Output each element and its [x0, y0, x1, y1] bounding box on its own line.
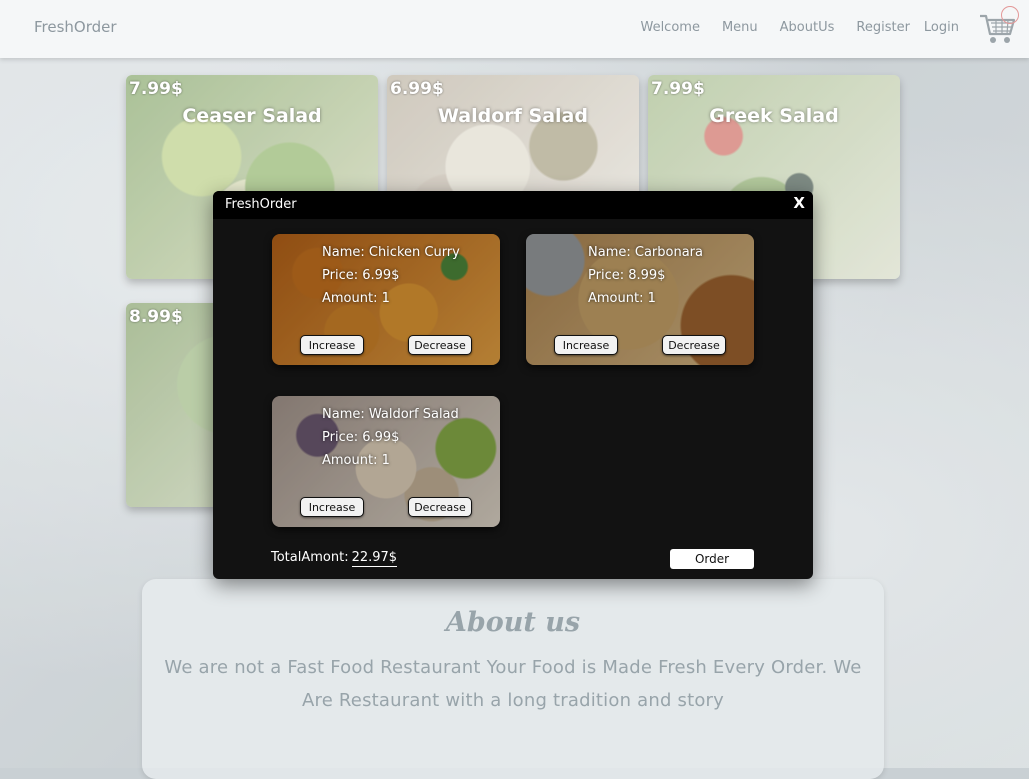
cart-item: Name: Waldorf Salad Price: 6.99$ Amount:… [272, 396, 500, 527]
increase-button[interactable]: Increase [300, 497, 364, 517]
total-amount: TotalAmont: 22.97$ [271, 550, 398, 567]
cart-item-name: Name: Carbonara [588, 245, 703, 260]
increase-button[interactable]: Increase [300, 335, 364, 355]
decrease-button[interactable]: Decrease [662, 335, 726, 355]
cart-item: Name: Chicken Curry Price: 6.99$ Amount:… [272, 234, 500, 365]
total-amount-label: TotalAmont: [271, 550, 349, 565]
total-amount-value: 22.97$ [351, 550, 398, 567]
increase-button[interactable]: Increase [554, 335, 618, 355]
modal-header: FreshOrder X [213, 191, 813, 219]
cart-item-name: Name: Chicken Curry [322, 245, 460, 260]
cart-item-price: Price: 8.99$ [588, 268, 666, 283]
decrease-button[interactable]: Decrease [408, 497, 472, 517]
cart-item-amount: Amount: 1 [322, 291, 390, 306]
cart-item-name: Name: Waldorf Salad [322, 407, 459, 422]
cart-item: Name: Carbonara Price: 8.99$ Amount: 1 I… [526, 234, 754, 365]
cart-item-amount: Amount: 1 [588, 291, 656, 306]
cart-item-amount: Amount: 1 [322, 453, 390, 468]
modal-title: FreshOrder [225, 197, 297, 212]
order-button[interactable]: Order [670, 549, 754, 569]
cart-item-price: Price: 6.99$ [322, 430, 400, 445]
order-modal: FreshOrder X Name: Chicken Curry Price: … [213, 191, 813, 579]
cart-item-price: Price: 6.99$ [322, 268, 400, 283]
close-button[interactable]: X [793, 194, 805, 212]
decrease-button[interactable]: Decrease [408, 335, 472, 355]
